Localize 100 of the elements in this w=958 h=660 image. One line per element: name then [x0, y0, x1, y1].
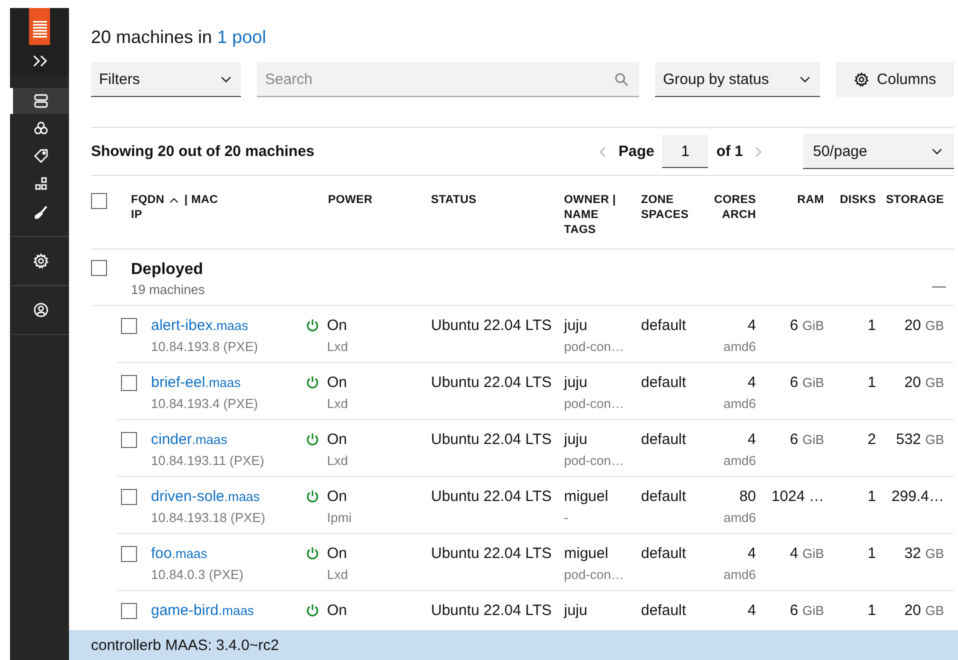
- status-text: Ubuntu 22.04 LTS: [431, 430, 553, 450]
- group-name: Deployed: [131, 260, 204, 280]
- checkbox[interactable]: [121, 318, 137, 334]
- tag-icon: [33, 148, 49, 164]
- power-type: Lxd: [327, 566, 348, 584]
- cores-count: 4: [748, 316, 756, 336]
- pools-icon: [33, 120, 49, 136]
- ip-address: 10.84.193.8 (PXE): [151, 338, 259, 356]
- ram-size: 6 GiB: [790, 430, 824, 450]
- ram-size: 4 GiB: [790, 544, 824, 564]
- machine-link[interactable]: game-bird.maas: [151, 601, 305, 621]
- power-state: On: [327, 487, 348, 507]
- page-count: of 1: [716, 143, 743, 160]
- logo-icon[interactable]: [29, 8, 50, 45]
- column-header[interactable]: STORAGE: [886, 193, 944, 208]
- page-input[interactable]: 1: [662, 135, 708, 168]
- architecture: amd6: [723, 566, 756, 584]
- checkbox[interactable]: [121, 603, 137, 619]
- ip-address: 10.84.193.4 (PXE): [151, 395, 259, 413]
- brush-icon: [33, 204, 49, 220]
- column-header[interactable]: FQDN: [131, 193, 164, 208]
- architecture: amd6: [723, 395, 756, 413]
- column-header[interactable]: NAME: [564, 208, 641, 223]
- owner-name: juju: [564, 430, 588, 450]
- column-header[interactable]: RAM: [797, 193, 824, 208]
- cores-count: 4: [748, 601, 756, 621]
- expand-icon[interactable]: [30, 54, 48, 68]
- ram-size: 6 GiB: [790, 601, 824, 621]
- select-all-checkbox[interactable]: [91, 193, 107, 209]
- user-icon: [33, 302, 49, 318]
- columns-button[interactable]: Columns: [836, 62, 954, 97]
- column-header[interactable]: SPACES: [641, 208, 709, 223]
- tags-text: pod-con…: [564, 566, 625, 584]
- checkbox[interactable]: [121, 432, 137, 448]
- settings-icon: [33, 253, 49, 269]
- machine-link[interactable]: brief-eel.maas: [151, 373, 305, 393]
- column-header[interactable]: OWNER |: [564, 193, 641, 208]
- column-header[interactable]: CORES: [714, 193, 756, 208]
- machines-icon: [33, 93, 49, 109]
- checkbox[interactable]: [121, 546, 137, 562]
- tags-text: pod-con…: [564, 452, 625, 470]
- grid-icon: [33, 176, 49, 192]
- power-state: On: [327, 544, 348, 564]
- zone-name: default: [641, 373, 688, 393]
- tags-text: pod-con…: [564, 395, 625, 413]
- machine-link[interactable]: cinder.maas: [151, 430, 305, 450]
- zone-name: default: [641, 316, 688, 336]
- settings-icon: [854, 72, 869, 87]
- column-header[interactable]: STATUS: [431, 193, 564, 208]
- zone-name: default: [641, 487, 688, 507]
- power-state: On: [327, 430, 348, 450]
- owner-name: miguel: [564, 544, 610, 564]
- filters-dropdown[interactable]: Filters: [91, 62, 241, 97]
- zone-name: default: [641, 430, 688, 450]
- zone-name: default: [641, 601, 688, 621]
- search-field[interactable]: Search: [257, 62, 639, 97]
- storage-size: 20 GB: [904, 373, 944, 393]
- disks-count: 1: [868, 544, 876, 564]
- machine-link[interactable]: alert-ibex.maas: [151, 316, 305, 336]
- status-text: Ubuntu 22.04 LTS: [431, 373, 553, 393]
- page-label: Page: [618, 143, 654, 160]
- storage-size: 532 GB: [896, 430, 944, 450]
- status-text: Ubuntu 22.04 LTS: [431, 544, 553, 564]
- version-text: controllerb MAAS: 3.4.0~rc2: [91, 636, 280, 654]
- checkbox[interactable]: [121, 489, 137, 505]
- cores-count: 4: [748, 430, 756, 450]
- column-header[interactable]: DISKS: [840, 193, 876, 208]
- architecture: amd6: [723, 452, 756, 470]
- status-text: Ubuntu 22.04 LTS: [431, 487, 553, 507]
- column-header[interactable]: | MAC: [184, 193, 218, 208]
- sidebar-item[interactable]: [10, 88, 69, 114]
- status-text: Ubuntu 22.04 LTS: [431, 316, 553, 336]
- cores-count: 4: [748, 544, 756, 564]
- zone-name: default: [641, 544, 688, 564]
- group-by-dropdown[interactable]: Group by status: [655, 62, 820, 97]
- per-page-dropdown[interactable]: 50/page: [803, 134, 954, 169]
- search-icon: [614, 72, 629, 87]
- storage-size: 20 GB: [904, 316, 944, 336]
- power-type: Lxd: [327, 452, 348, 470]
- ram-size: 6 GiB: [790, 316, 824, 336]
- checkbox[interactable]: [121, 375, 137, 391]
- column-header[interactable]: IP: [131, 208, 305, 223]
- owner-name: juju: [564, 601, 588, 621]
- storage-size: 20 GB: [904, 601, 944, 621]
- power-state: On: [327, 316, 348, 336]
- pool-link[interactable]: 1 pool: [217, 27, 266, 47]
- tags-text: pod-con…: [564, 338, 625, 356]
- cores-count: 80: [739, 487, 756, 507]
- column-header[interactable]: POWER: [328, 193, 431, 208]
- machine-link[interactable]: foo.maas: [151, 544, 305, 564]
- machine-link[interactable]: driven-sole.maas: [151, 487, 305, 507]
- power-type: Ipmi: [327, 509, 352, 527]
- power-state: On: [327, 601, 348, 621]
- power-type: Lxd: [327, 338, 348, 356]
- ram-size: 6 GiB: [790, 373, 824, 393]
- column-header[interactable]: TAGS: [564, 223, 641, 238]
- group-checkbox[interactable]: [91, 260, 107, 276]
- column-header[interactable]: ARCH: [722, 208, 756, 223]
- column-header[interactable]: ZONE: [641, 193, 709, 208]
- cores-count: 4: [748, 373, 756, 393]
